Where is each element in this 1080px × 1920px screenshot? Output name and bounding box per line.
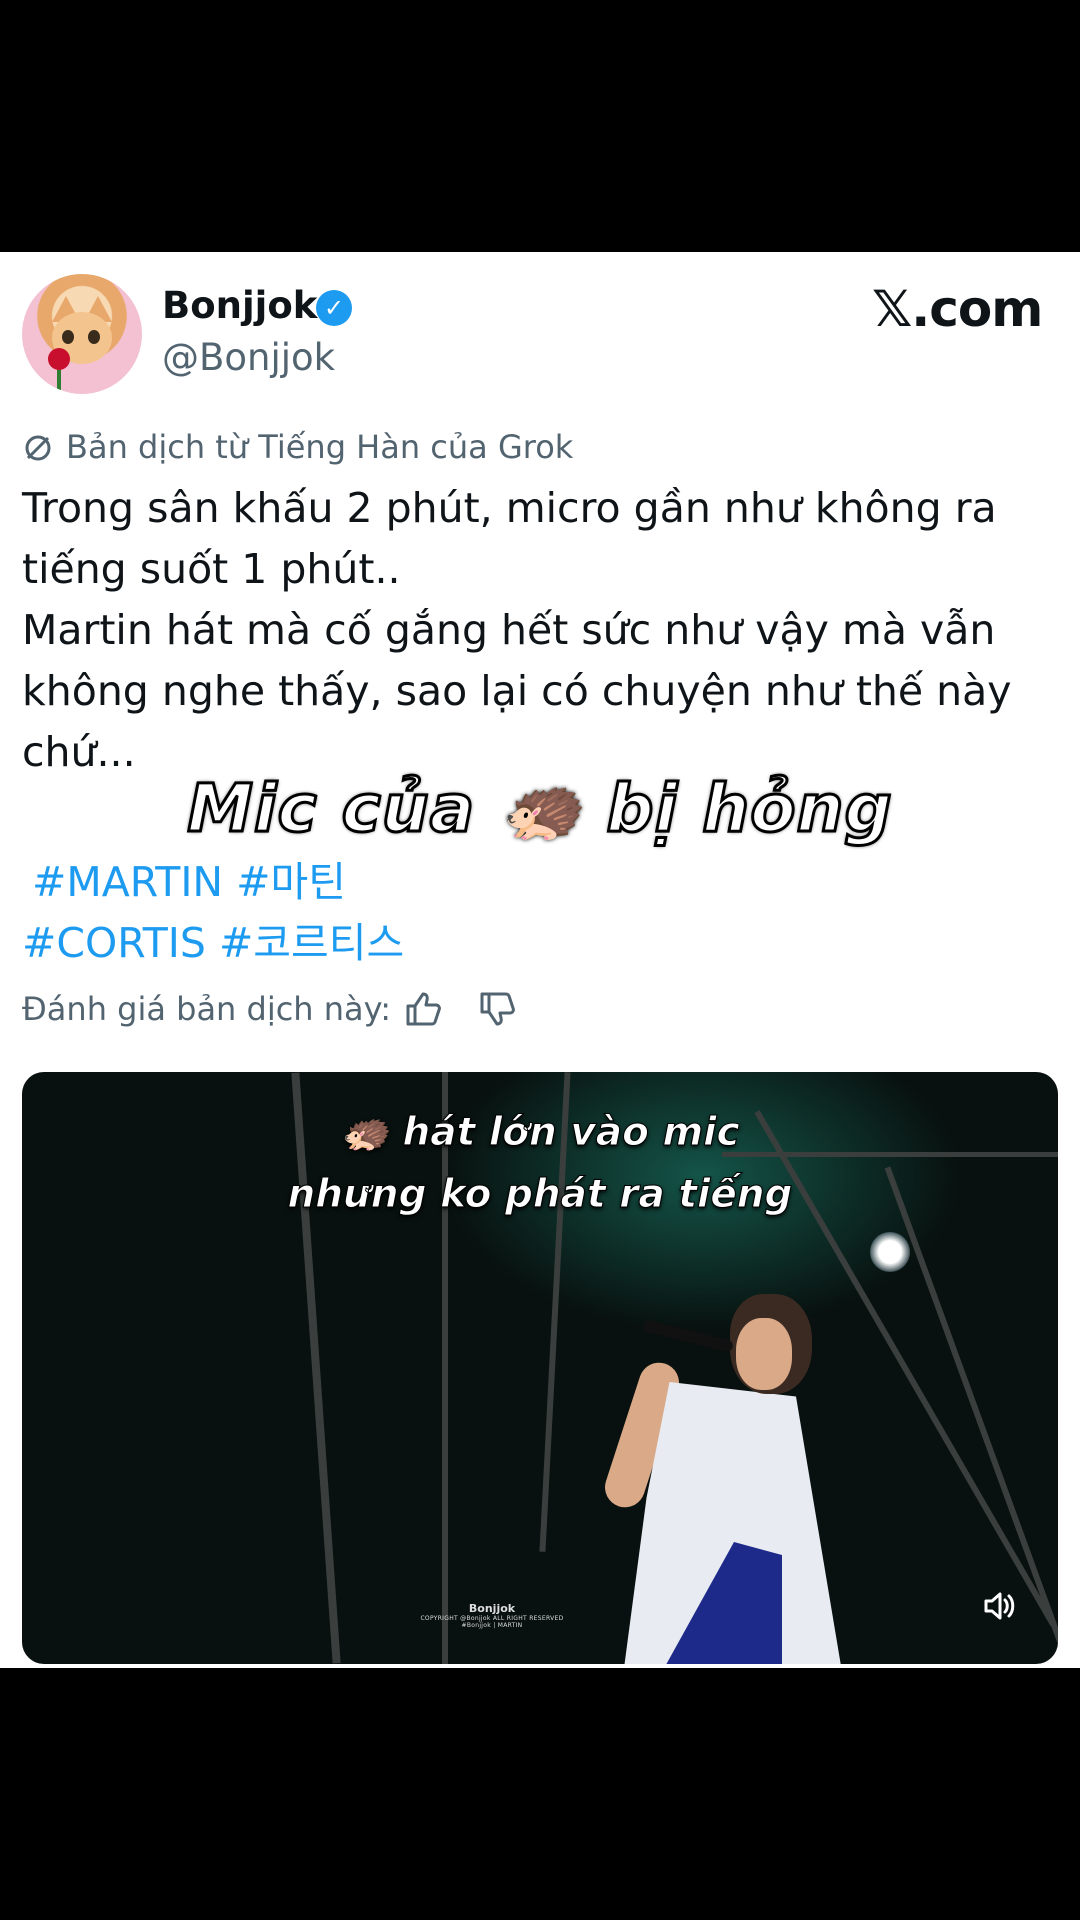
tweet-text: Trong sân khấu 2 phút, micro gần như khô… bbox=[22, 478, 1042, 783]
top-letterbox bbox=[0, 0, 1080, 252]
translate-icon bbox=[22, 432, 54, 464]
thumbs-up-icon[interactable] bbox=[402, 988, 444, 1030]
rate-translation-label: Đánh giá bản dịch này: bbox=[22, 990, 392, 1028]
author-name[interactable]: Bonjjok bbox=[162, 284, 317, 327]
overlay-title: Mic của 🦔 bị hỏng bbox=[186, 769, 894, 849]
thumbs-down-icon[interactable] bbox=[476, 988, 518, 1030]
volume-icon[interactable] bbox=[980, 1586, 1020, 1626]
hashtags: #MARTIN #마틴 #CORTIS #코르티스 bbox=[22, 852, 404, 974]
bottom-letterbox bbox=[0, 1668, 1080, 1920]
author-handle[interactable]: @Bonjjok bbox=[162, 336, 335, 379]
hashtag-line[interactable]: #CORTIS #코르티스 bbox=[22, 913, 404, 974]
hashtag-line[interactable]: #MARTIN #마틴 bbox=[22, 852, 404, 913]
avatar[interactable] bbox=[22, 274, 142, 394]
video-caption: 🦔 hát lớn vào mic nhưng ko phát ra tiếng bbox=[287, 1110, 793, 1218]
site-logo: 𝕏.com bbox=[872, 280, 1043, 338]
tweet-paragraph: Trong sân khấu 2 phút, micro gần như khô… bbox=[22, 484, 997, 593]
video-player[interactable]: 🦔 hát lớn vào mic nhưng ko phát ra tiếng… bbox=[22, 1072, 1058, 1664]
tweet-paragraph: Martin hát mà cố gắng hết sức như vậy mà… bbox=[22, 606, 1012, 776]
verified-badge-icon: ✓ bbox=[316, 290, 352, 326]
video-watermark: Bonjjok COPYRIGHT @Bonjjok ALL RIGHT RES… bbox=[420, 1602, 564, 1629]
translation-note[interactable]: Bản dịch từ Tiếng Hàn của Grok bbox=[66, 428, 573, 466]
